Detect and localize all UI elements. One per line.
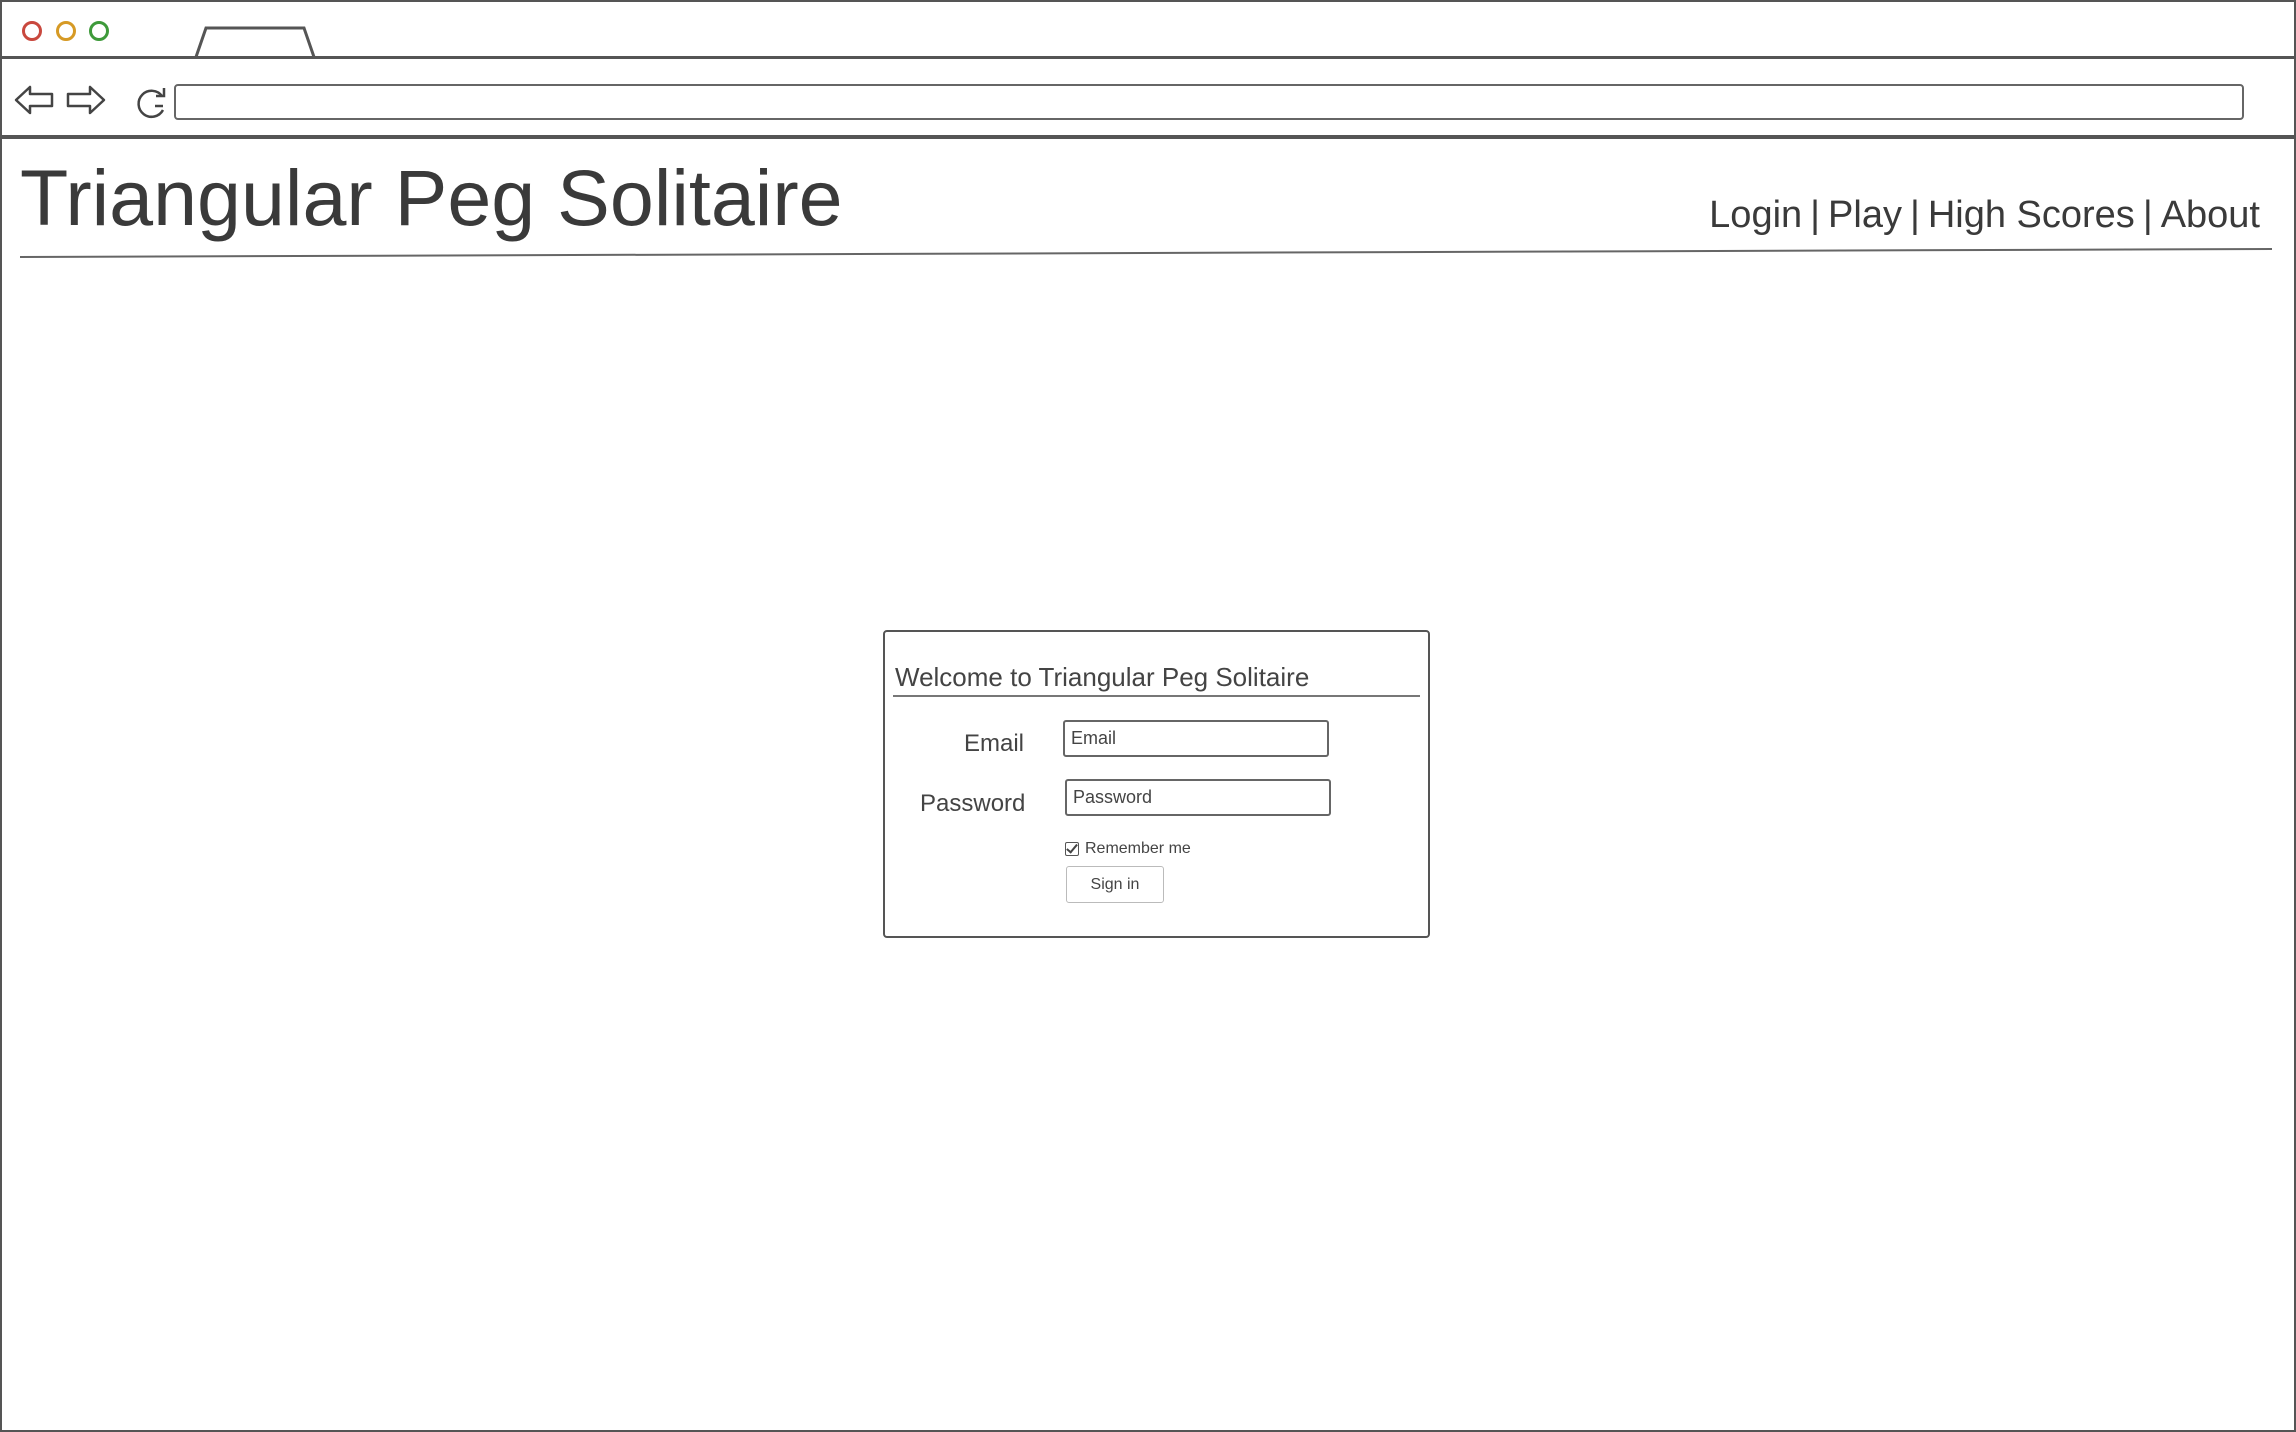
remember-me-checkbox[interactable] xyxy=(1065,841,1079,856)
nav-link-play[interactable]: Play xyxy=(1828,194,1902,236)
password-field[interactable]: Password xyxy=(1065,779,1331,816)
forward-arrow-icon[interactable] xyxy=(64,82,106,118)
nav-separator: | xyxy=(1909,194,1920,236)
nav-link-login[interactable]: Login xyxy=(1709,194,1802,236)
browser-titlebar xyxy=(2,2,2294,59)
minimize-window-icon[interactable] xyxy=(56,21,76,41)
site-title: Triangular Peg Solitaire xyxy=(20,153,843,242)
reload-icon[interactable] xyxy=(132,84,170,122)
address-bar[interactable] xyxy=(174,84,2244,120)
login-heading-divider xyxy=(893,695,1420,697)
nav-link-about[interactable]: About xyxy=(2161,194,2260,236)
back-arrow-icon[interactable] xyxy=(14,82,56,118)
login-panel: Welcome to Triangular Peg Solitaire Emai… xyxy=(883,630,1430,938)
site-nav: Login | Play | High Scores | About xyxy=(1709,194,2260,237)
email-field[interactable]: Email xyxy=(1063,720,1329,757)
site-header: Triangular Peg Solitaire Login | Play | High… xyxy=(20,152,2272,258)
remember-me-label: Remember me xyxy=(1085,840,1191,857)
email-label: Email xyxy=(964,730,1025,757)
remember-me: Remember me xyxy=(1065,840,1191,858)
browser-tab[interactable] xyxy=(194,26,318,57)
close-window-icon[interactable] xyxy=(22,21,42,41)
header-divider xyxy=(20,248,2272,258)
maximize-window-icon[interactable] xyxy=(89,21,109,41)
password-label: Password xyxy=(920,790,1026,817)
sign-in-button[interactable]: Sign in xyxy=(1066,866,1164,903)
browser-window: Triangular Peg Solitaire Login | Play | High… xyxy=(0,0,2296,1432)
nav-link-high-scores[interactable]: High Scores xyxy=(1928,194,2135,236)
nav-separator: | xyxy=(2142,194,2153,236)
nav-separator: | xyxy=(1810,194,1821,236)
login-heading: Welcome to Triangular Peg Solitaire xyxy=(895,662,1310,692)
